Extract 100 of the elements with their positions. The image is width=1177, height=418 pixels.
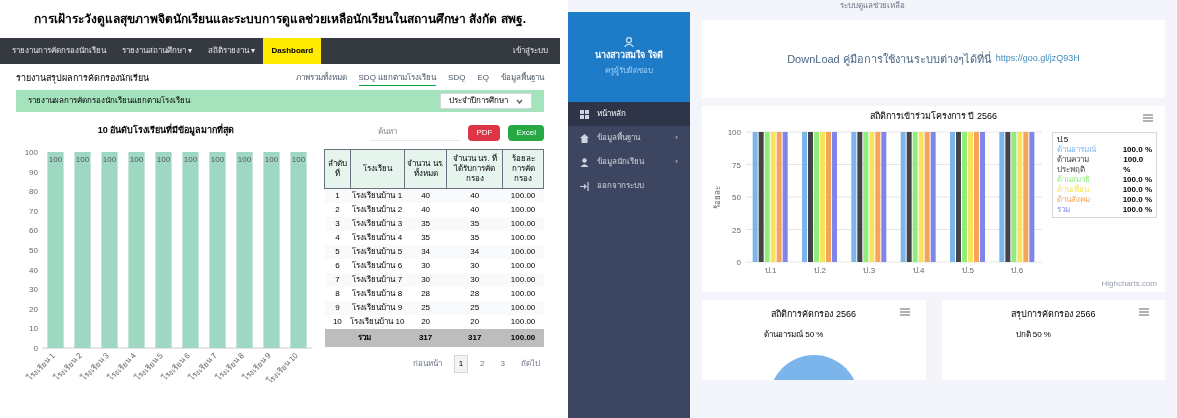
column-header: ลำดับที่: [324, 149, 351, 189]
sidebar-menu-item[interactable]: ข้อมูลพื้นฐาน ›: [568, 126, 690, 150]
card-title: สถิติการคัดกรอง 2566: [771, 307, 856, 321]
table-cell: โรงเรียนบ้าน 3: [350, 217, 405, 231]
pagination-link[interactable]: ถัดไป: [517, 356, 544, 372]
table-cell: 100.00: [502, 273, 544, 287]
card-title: สรุปการคัดกรอง 2566: [1011, 307, 1096, 321]
menu-icon[interactable]: [1143, 114, 1153, 122]
axis-tick-label: 0: [33, 343, 38, 353]
pagination-link[interactable]: 2: [476, 356, 489, 372]
table-cell: 2: [324, 203, 351, 217]
axis-tick-label: 50: [732, 192, 741, 202]
tab[interactable]: EQ: [477, 72, 489, 86]
axis-tick-label: 10: [29, 323, 38, 333]
table-cell: 34: [404, 245, 447, 259]
table-cell: โรงเรียนบ้าน 6: [350, 259, 405, 273]
table-cell: 4: [324, 231, 351, 245]
table-cell: 100.00: [502, 203, 544, 217]
table-cell: 100.00: [502, 301, 544, 315]
year-select[interactable]: ประจำปีการศึกษา: [440, 93, 532, 109]
bar-value-label: 100: [48, 154, 63, 164]
chart-title: สถิติการเข้าร่วมโครงการ ปี 2566: [870, 110, 997, 123]
table-cell: 40: [404, 203, 447, 217]
table-cell: 20: [404, 315, 447, 329]
table-cell: 34: [446, 245, 503, 259]
section-heading: รายงานสรุปผลการคัดกรองนักเรียน: [16, 72, 149, 86]
nav-link[interactable]: Dashboard: [263, 38, 322, 64]
table-cell: 100.00: [502, 287, 544, 301]
tooltip-series-name: ด้านเพื่อน: [1056, 184, 1089, 195]
nav-link[interactable]: เข้าสู่ระบบ: [505, 38, 556, 64]
axis-tick-label: 30: [29, 284, 38, 294]
table-cell: 5: [324, 245, 351, 259]
table-cell: โรงเรียนบ้าน 4: [350, 231, 405, 245]
nav-link[interactable]: รายงานการคัดกรองนักเรียน: [4, 38, 114, 64]
exit-icon: [580, 181, 589, 191]
person-icon: [580, 157, 589, 167]
pagination-link[interactable]: 3: [496, 356, 509, 372]
tab[interactable]: ภาพรวมทั้งหมด: [295, 72, 347, 86]
profile-name: นางสาวสมใจ ใจดี: [595, 49, 663, 63]
table-cell: 100.00: [502, 217, 544, 231]
bar-value-label: 100: [237, 154, 252, 164]
table-cell: 8: [324, 287, 351, 301]
tab[interactable]: SDQ แยกตามโรงเรียน: [358, 72, 437, 86]
table-cell: 3: [324, 217, 351, 231]
table-cell: 28: [446, 287, 503, 301]
search-field[interactable]: ค้นหา: [370, 124, 461, 141]
axis-tick-label: 0: [736, 257, 741, 267]
chart-title: 10 อันดับโรงเรียนที่มีข้อมูลมากที่สุด: [97, 124, 235, 138]
tab[interactable]: SDQ: [448, 72, 466, 86]
axis-category-label: ป.5: [962, 265, 974, 275]
column-header: จำนวน นร. ทั้งหมด: [404, 149, 447, 189]
table-cell: โรงเรียนบ้าน 8: [350, 287, 405, 301]
table-cell: 30: [446, 273, 503, 287]
download-link[interactable]: https://goo.gl/jzQ93H: [995, 52, 1080, 66]
tooltip-series-name: ด้านสมาธิ: [1056, 174, 1090, 184]
table-cell: โรงเรียนบ้าน 9: [350, 301, 405, 315]
nav-link[interactable]: รายงานสถานศึกษา ▾: [114, 38, 201, 64]
axis-category-label: ป.4: [912, 265, 925, 275]
pagination-link[interactable]: ก่อนหน้า: [408, 356, 446, 372]
table-cell: โรงเรียนบ้าน 5: [350, 245, 405, 259]
table-cell: 10: [324, 315, 351, 329]
nav-link[interactable]: สถิติรายงาน ▾: [200, 38, 264, 64]
chevron-down-icon: [516, 98, 523, 104]
sidebar-menu-item[interactable]: ออกจากระบบ: [568, 174, 690, 198]
pdf-button[interactable]: PDF: [468, 124, 501, 141]
pagination-link[interactable]: 1: [453, 355, 469, 373]
table-cell: 9: [324, 301, 351, 315]
axis-tick-label: 40: [29, 265, 38, 275]
tooltip-value: 100.0 %: [1123, 154, 1145, 175]
menu-icon[interactable]: [899, 307, 910, 316]
column-header: จำนวน นร. ที่ได้รับการคัดกรอง: [446, 149, 503, 189]
tooltip-value: 100.0 %: [1122, 184, 1152, 195]
menu-icon[interactable]: [1139, 307, 1149, 316]
bar-value-label: 100: [264, 154, 279, 164]
pie-label: ปกติ 50 %: [1015, 329, 1051, 341]
table-cell: 25: [404, 301, 447, 315]
total-cell: รวม: [324, 329, 405, 347]
table-cell: 35: [446, 217, 503, 231]
axis-category-label: ป.3: [863, 265, 876, 275]
axis-tick-label: 90: [29, 167, 38, 177]
axis-tick-label: 80: [29, 186, 38, 196]
column-header: ร้อยละ การคัดกรอง: [502, 149, 544, 189]
table-cell: 30: [446, 259, 503, 273]
axis-tick-label: 25: [732, 225, 741, 234]
bar-value-label: 100: [102, 154, 117, 164]
table-cell: 100.00: [502, 231, 544, 245]
total-cell: 317: [446, 329, 503, 347]
sidebar-menu-item[interactable]: หน้าหลัก: [568, 102, 690, 126]
axis-tick-label: 50: [29, 245, 38, 255]
sidebar-menu-item[interactable]: ข้อมูลนักเรียน ›: [568, 150, 690, 174]
table-cell: 100.00: [502, 245, 544, 259]
table-cell: 30: [404, 259, 447, 273]
banner-text: DownLoad คู่มือการใช้งานระบบต่างๆได้ที่นี่: [787, 50, 992, 68]
axis-tick-label: 75: [732, 160, 741, 169]
tooltip-value: 100.0 %: [1122, 144, 1152, 155]
tooltip-series-name: ด้านสังคม: [1056, 194, 1090, 205]
table-cell: โรงเรียนบ้าน 7: [350, 273, 405, 287]
tab[interactable]: ข้อมูลพื้นฐาน: [501, 72, 544, 86]
bar-value-label: 100: [156, 154, 171, 164]
axis-tick-label: 60: [29, 225, 38, 235]
